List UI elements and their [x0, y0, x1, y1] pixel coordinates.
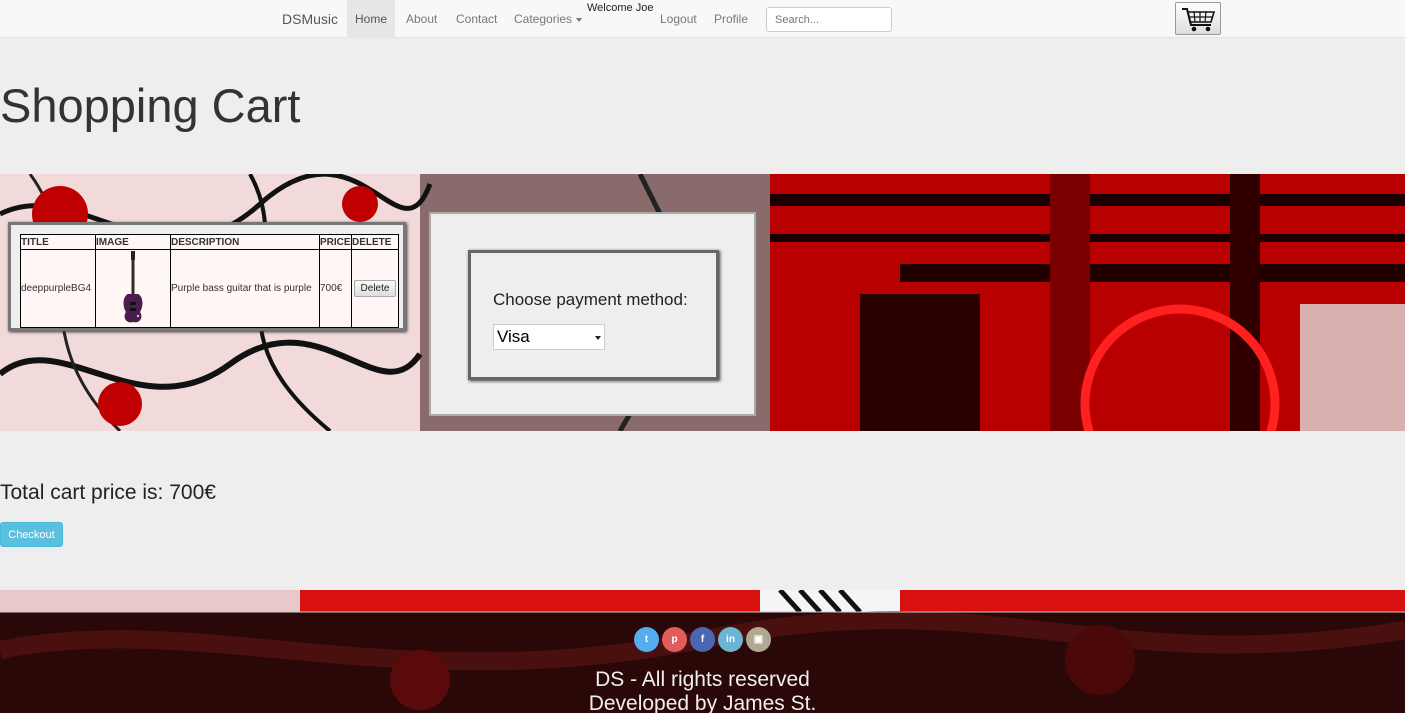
column-header: IMAGE	[95, 234, 171, 250]
nav-categories-dropdown[interactable]: Categories	[514, 0, 583, 38]
cart-total: Total cart price is: 700€	[0, 481, 216, 504]
pinterest-icon[interactable]: p	[662, 627, 687, 652]
column-header: PRICE	[319, 234, 352, 250]
facebook-icon[interactable]: f	[690, 627, 715, 652]
payment-method-value: Visa	[497, 327, 530, 346]
column-header: TITLE	[20, 234, 96, 250]
caret-down-icon	[576, 17, 583, 22]
footer-rights: DS - All rights reserved	[595, 668, 810, 691]
item-description: Purple bass guitar that is purple	[170, 249, 320, 328]
column-header: DESCRIPTION	[170, 234, 320, 250]
cart-panel: TITLE IMAGE DESCRIPTION PRICE DELETE dee…	[8, 222, 406, 331]
cart-button[interactable]	[1175, 2, 1221, 35]
payment-label: Choose payment method:	[493, 290, 688, 309]
page-title: Shopping Cart	[0, 79, 301, 132]
nav-home[interactable]: Home	[347, 0, 395, 38]
item-price: 700€	[319, 249, 352, 328]
search-input[interactable]	[766, 7, 892, 32]
item-title: deeppurpleBG4	[20, 249, 96, 328]
twitter-icon[interactable]: t	[634, 627, 659, 652]
cart-table: TITLE IMAGE DESCRIPTION PRICE DELETE dee…	[20, 234, 399, 328]
welcome-text: Welcome Joe	[587, 2, 654, 14]
payment-method-select[interactable]: Visa	[493, 324, 605, 350]
payment-box: Choose payment method: Visa	[468, 250, 719, 380]
linkedin-icon[interactable]: in	[718, 627, 743, 652]
payment-panel: Choose payment method: Visa	[429, 212, 756, 416]
nav-contact[interactable]: Contact	[456, 0, 497, 38]
bass-guitar-image	[123, 251, 143, 323]
table-row: deeppurpleBG4 Purple bass guitar that is…	[20, 249, 399, 328]
item-image-cell	[95, 249, 171, 328]
nav-categories-label: Categories	[514, 12, 573, 26]
nav-logout[interactable]: Logout	[660, 0, 697, 38]
nav-about[interactable]: About	[406, 0, 437, 38]
shopping-cart-icon	[1182, 8, 1216, 32]
brand-link[interactable]: DSMusic	[282, 11, 338, 27]
footer-developer: Developed by James St.	[588, 692, 817, 713]
checkout-button[interactable]: Checkout	[0, 522, 63, 547]
column-header: DELETE	[351, 234, 399, 250]
instagram-icon[interactable]: ▣	[746, 627, 771, 652]
table-header-row: TITLE IMAGE DESCRIPTION PRICE DELETE	[20, 234, 399, 250]
navbar: DSMusic Home About Contact Categories We…	[0, 0, 1405, 38]
chevron-down-icon	[595, 336, 601, 340]
nav-profile[interactable]: Profile	[714, 0, 748, 38]
delete-button[interactable]: Delete	[353, 280, 397, 297]
item-delete-cell: Delete	[351, 249, 399, 328]
